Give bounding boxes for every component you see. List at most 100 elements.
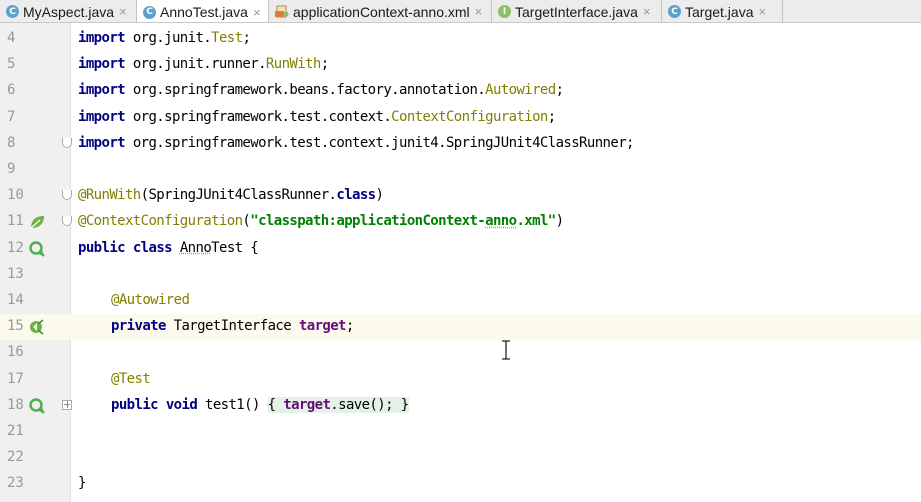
code-line[interactable]: 4 import org.junit.Test;: [0, 26, 921, 52]
file-type-badge: C: [671, 6, 678, 17]
line-number: 23: [7, 475, 24, 492]
code-token: private: [111, 318, 166, 335]
line-number: 17: [7, 370, 24, 387]
code-token: @Test: [111, 370, 151, 387]
code-line[interactable]: 6 import org.springframework.beans.factor…: [0, 78, 921, 104]
code-text[interactable]: import org.springframework.test.context.…: [78, 135, 634, 151]
code-line[interactable]: 7 import org.springframework.test.context…: [0, 105, 921, 131]
editor-tab-bar: C MyAspect.java × C AnnoTest.java × applicatio…: [0, 0, 921, 23]
code-token: org.springframework.beans.factory.annota…: [124, 82, 486, 99]
tab-label: MyAspect.java: [23, 3, 115, 20]
code-token: TargetInterface: [165, 318, 299, 335]
code-token: .xml": [516, 213, 556, 230]
code-token: import: [78, 56, 126, 73]
code-token: public: [111, 396, 159, 413]
line-number: 22: [7, 449, 24, 466]
code-line[interactable]: 5 import org.junit.runner.RunWith;: [0, 52, 921, 78]
code-token: target: [283, 396, 331, 413]
line-number: 7: [7, 108, 16, 125]
code-line[interactable]: 14 @Autowired: [0, 288, 921, 314]
code-token: @ContextConfiguration: [78, 213, 243, 230]
fold-collapse-icon[interactable]: [62, 216, 72, 227]
code-text[interactable]: import org.junit.Test;: [78, 30, 251, 46]
tab-annotest-java[interactable]: C AnnoTest.java ×: [137, 0, 269, 22]
code-token: anno: [485, 213, 517, 230]
xml-file-icon: [275, 5, 289, 18]
line-number: 4: [7, 30, 16, 46]
code-line[interactable]: 12 public class AnnoTest {: [0, 236, 921, 262]
close-tab-icon[interactable]: ×: [475, 4, 483, 19]
code-line[interactable]: 10 @RunWith(SpringJUnit4ClassRunner.class…: [0, 183, 921, 209]
code-text[interactable]: public void test1() { target.save(); }: [111, 396, 409, 413]
code-token: import: [78, 82, 126, 99]
code-token: ContextConfiguration: [391, 108, 548, 125]
tab-applicationcontext-anno-xml[interactable]: applicationContext-anno.xml ×: [269, 0, 492, 22]
code-token: RunWith: [265, 56, 321, 73]
code-line[interactable]: 8 import org.springframework.test.context…: [0, 131, 921, 157]
code-token: Test {: [211, 239, 259, 256]
interface-icon: I: [498, 5, 511, 18]
code-line[interactable]: 22: [0, 445, 921, 471]
code-token: {: [267, 396, 284, 413]
code-text[interactable]: import org.springframework.beans.factory…: [78, 82, 564, 99]
code-line[interactable]: 11 @ContextConfiguration("classpath:appli…: [0, 209, 921, 235]
class-icon: C: [143, 5, 156, 19]
line-number: 18: [7, 396, 24, 413]
code-text[interactable]: @RunWith(SpringJUnit4ClassRunner.class): [78, 187, 384, 204]
line-number: 13: [7, 265, 24, 282]
code-text[interactable]: import org.springframework.test.context.…: [78, 109, 556, 125]
code-token: class: [336, 187, 376, 204]
code-token: (SpringJUnit4ClassRunner.: [140, 187, 337, 204]
code-line[interactable]: 17 @Test: [0, 367, 921, 393]
code-text[interactable]: import org.junit.runner.RunWith;: [78, 56, 329, 72]
code-token: org.springframework.test.context.: [124, 108, 392, 125]
fold-collapse-icon[interactable]: [62, 190, 72, 201]
line-number: 11: [7, 213, 24, 230]
file-type-badge: C: [146, 7, 153, 17]
code-line[interactable]: 9: [0, 157, 921, 183]
close-tab-icon[interactable]: ×: [119, 4, 127, 19]
code-token: class: [132, 239, 173, 256]
code-token: public: [78, 239, 126, 256]
tab-myaspect-java[interactable]: C MyAspect.java ×: [0, 0, 137, 22]
code-line[interactable]: 23}: [0, 471, 921, 497]
close-tab-icon[interactable]: ×: [758, 4, 766, 19]
code-token: import: [78, 134, 126, 151]
code-token: Anno: [179, 239, 212, 256]
code-token: ;: [242, 30, 251, 46]
code-text[interactable]: @Autowired: [111, 292, 190, 308]
code-line[interactable]: 21: [0, 419, 921, 445]
tab-label: Target.java: [685, 3, 754, 20]
line-number: 15: [7, 318, 24, 335]
line-number: 8: [7, 134, 16, 151]
code-text[interactable]: private TargetInterface target;: [111, 318, 354, 334]
tab-targetinterface-java[interactable]: I TargetInterface.java ×: [492, 0, 662, 22]
close-tab-icon[interactable]: ×: [643, 4, 651, 19]
code-text[interactable]: @ContextConfiguration("classpath:applica…: [78, 213, 564, 230]
code-text[interactable]: @Test: [111, 370, 151, 387]
code-text[interactable]: public class AnnoTest {: [78, 239, 259, 256]
file-type-badge: C: [9, 6, 16, 17]
code-token: @Autowired: [111, 292, 190, 308]
code-line-current[interactable]: 15 private TargetInterface target;: [0, 314, 921, 341]
fold-expand-icon[interactable]: [62, 399, 72, 410]
fold-collapse-icon[interactable]: [62, 137, 72, 148]
code-token: Test: [211, 30, 243, 46]
code-token: void: [165, 396, 198, 413]
tab-label: applicationContext-anno.xml: [293, 3, 470, 20]
line-number: 16: [7, 344, 24, 361]
code-token: ;: [547, 108, 556, 125]
code-token: @RunWith: [78, 187, 141, 204]
tab-target-java[interactable]: C Target.java ×: [662, 0, 783, 22]
code-line[interactable]: 18 public void test1() { target.save(); }: [0, 393, 921, 419]
code-token: ): [375, 187, 384, 204]
code-token: ): [555, 213, 564, 230]
code-line[interactable]: 13: [0, 262, 921, 288]
line-number: 10: [7, 187, 24, 204]
code-line[interactable]: 16: [0, 340, 921, 366]
code-token: import: [78, 30, 126, 46]
close-tab-icon[interactable]: ×: [253, 5, 261, 20]
code-text[interactable]: }: [78, 475, 86, 491]
